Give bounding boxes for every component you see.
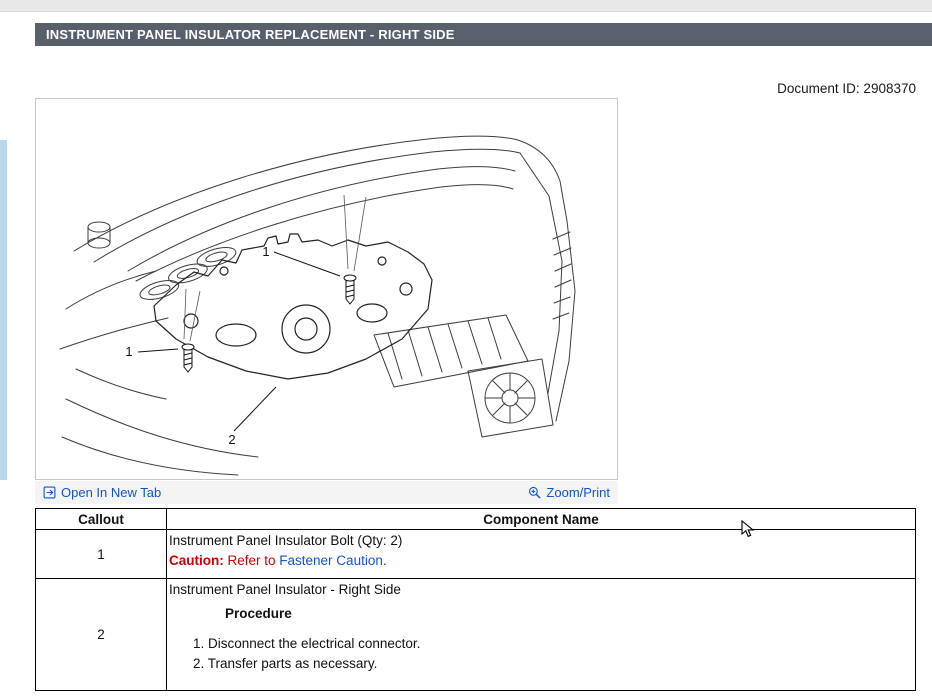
procedure-heading: Procedure xyxy=(225,604,911,624)
zoom-magnifier-icon xyxy=(528,486,541,499)
figure-link-bar: Open In New Tab Zoom/Print xyxy=(35,481,618,504)
insulator-panel-outline xyxy=(154,234,432,379)
callout-column-header: Callout xyxy=(36,509,167,530)
table-row: 1 Instrument Panel Insulator Bolt (Qty: … xyxy=(36,530,916,579)
component-name-text: Instrument Panel Insulator Bolt (Qty: 2) xyxy=(169,531,911,551)
browser-top-strip xyxy=(0,0,932,12)
procedure-step: 1. Disconnect the electrical connector. xyxy=(193,634,911,654)
procedure-step: 2. Transfer parts as necessary. xyxy=(193,654,911,674)
callout-number: 2 xyxy=(36,579,167,691)
caution-suffix: . xyxy=(383,553,387,568)
callout-label-1b: 1 xyxy=(125,344,132,359)
open-in-new-tab-icon xyxy=(43,486,56,499)
caution-label: Caution: xyxy=(169,553,224,568)
open-in-new-tab-label: Open In New Tab xyxy=(61,485,161,500)
figure-panel: 1 1 2 Open In New Tab xyxy=(35,98,618,504)
component-name-column-header: Component Name xyxy=(167,509,916,530)
page-title: INSTRUMENT PANEL INSULATOR REPLACEMENT -… xyxy=(35,23,932,46)
caution-line: Caution: Refer to Fastener Caution. xyxy=(169,551,911,571)
component-name-text: Instrument Panel Insulator - Right Side xyxy=(169,580,911,600)
fastener-caution-link[interactable]: Fastener Caution xyxy=(279,553,383,568)
open-in-new-tab-link[interactable]: Open In New Tab xyxy=(43,485,161,500)
caution-text: Refer to xyxy=(224,553,280,568)
callout-label-2: 2 xyxy=(228,432,235,447)
left-accent-strip xyxy=(0,140,7,480)
component-table: Callout Component Name 1 Instrument Pane… xyxy=(35,508,916,691)
callout-label-1a: 1 xyxy=(262,244,269,259)
document-id: Document ID: 2908370 xyxy=(777,81,916,96)
callout-number: 1 xyxy=(36,530,167,579)
zoom-print-link[interactable]: Zoom/Print xyxy=(528,485,610,500)
table-header-row: Callout Component Name xyxy=(36,509,916,530)
technical-illustration: 1 1 2 xyxy=(35,98,618,480)
insulator-diagram: 1 1 2 xyxy=(36,99,617,479)
zoom-print-label: Zoom/Print xyxy=(546,485,610,500)
table-row: 2 Instrument Panel Insulator - Right Sid… xyxy=(36,579,916,691)
